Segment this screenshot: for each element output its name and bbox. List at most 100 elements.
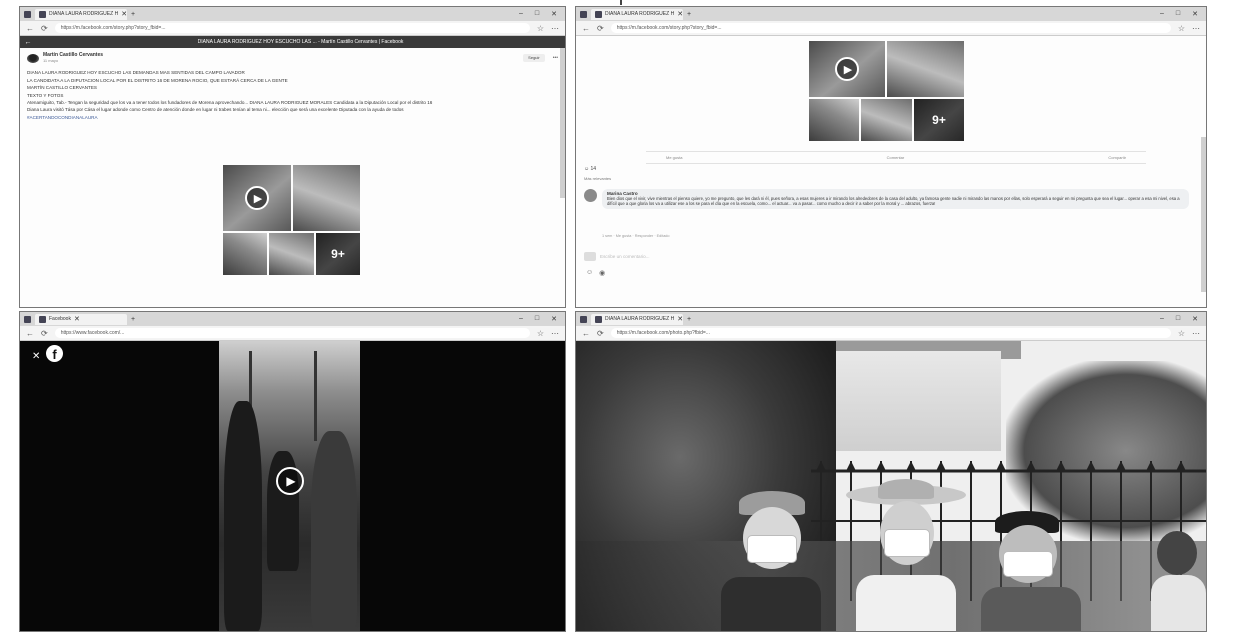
minimize-icon[interactable]: –	[519, 315, 523, 323]
facebook-favicon-icon	[39, 10, 46, 18]
back-arrow-icon[interactable]: ←	[20, 39, 36, 46]
photo-view[interactable]	[576, 341, 1206, 631]
video-thumbnail[interactable]: ▶	[809, 41, 885, 97]
more-photos-overlay[interactable]: 9+	[316, 233, 360, 275]
reload-icon[interactable]: ⟳	[41, 329, 48, 338]
comment-sort[interactable]: Más relevantes	[584, 176, 611, 181]
scrollbar[interactable]	[1201, 137, 1206, 292]
maximize-icon[interactable]: □	[535, 10, 539, 18]
back-icon[interactable]: ←	[26, 329, 34, 338]
back-icon[interactable]: ←	[582, 24, 590, 33]
maximize-icon[interactable]: □	[535, 315, 539, 323]
window-controls: – □ ✕	[1160, 10, 1206, 18]
new-tab-button[interactable]: +	[131, 316, 135, 323]
reload-icon[interactable]: ⟳	[41, 24, 48, 33]
close-window-icon[interactable]: ✕	[1192, 10, 1198, 18]
photo-thumbnail[interactable]	[223, 233, 267, 275]
favorites-icon[interactable]: ☆	[537, 24, 544, 33]
close-tab-icon[interactable]: ✕	[121, 10, 127, 18]
comment-button[interactable]: Comentar	[887, 155, 905, 160]
camera-icon[interactable]: ◉	[599, 269, 605, 277]
close-tab-icon[interactable]: ✕	[677, 10, 683, 18]
back-icon[interactable]: ←	[26, 24, 34, 33]
hashtag-link[interactable]: #ACERTANDOCONDIANALAURA	[27, 115, 558, 121]
more-options-icon[interactable]: •••	[553, 55, 558, 61]
minimize-icon[interactable]: –	[1160, 10, 1164, 18]
browser-tab[interactable]: Facebook ✕	[35, 313, 127, 325]
follow-button[interactable]: Seguir	[523, 54, 545, 63]
photo-thumbnail[interactable]	[809, 99, 859, 141]
browser-window-photo: DIANA LAURA RODRIGUEZ H ✕ + – □ ✕ ← ⟳ ht…	[575, 311, 1207, 632]
play-icon[interactable]: ▶	[276, 467, 304, 495]
favorites-icon[interactable]: ☆	[1178, 24, 1185, 33]
address-bar: ← ⟳ https://www.facebook.com/... ☆ ⋯	[20, 326, 565, 341]
post-body: Martín Castillo Cervantes 11 mayo Seguir…	[20, 48, 565, 126]
play-icon[interactable]: ▶	[835, 57, 859, 81]
scrollbar[interactable]	[560, 48, 565, 198]
url-field[interactable]: https://www.facebook.com/...	[54, 328, 530, 338]
post-actions: Me gusta Comentar Compartir	[646, 151, 1146, 164]
close-window-icon[interactable]: ✕	[551, 315, 557, 323]
close-viewer-icon[interactable]: ✕	[32, 351, 40, 362]
photo-thumbnail[interactable]	[269, 233, 314, 275]
browser-tab[interactable]: DIANA LAURA RODRIGUEZ H ✕	[35, 8, 127, 20]
window-controls: – □ ✕	[1160, 315, 1206, 323]
avatar[interactable]	[584, 189, 597, 202]
address-bar: ← ⟳ https://m.facebook.com/story.php?sto…	[20, 21, 565, 36]
close-window-icon[interactable]: ✕	[551, 10, 557, 18]
favorites-icon[interactable]: ☆	[1178, 329, 1185, 338]
photo-thumbnail[interactable]	[887, 41, 964, 97]
minimize-icon[interactable]: –	[519, 10, 523, 18]
post-line: TEXTO Y FOTOS	[27, 92, 64, 98]
comment-bubble: Marina Castro Bien dios que el vivir, vi…	[602, 189, 1189, 209]
close-tab-icon[interactable]: ✕	[74, 315, 80, 323]
share-button[interactable]: Compartir	[1108, 155, 1126, 160]
url-field[interactable]: https://m.facebook.com/story.php?story_f…	[610, 23, 1171, 33]
maximize-icon[interactable]: □	[1176, 10, 1180, 18]
new-tab-button[interactable]: +	[131, 11, 135, 18]
post-line: LA CANDIDATA A LA DIPUTACION LOCAL POR E…	[27, 77, 288, 83]
close-window-icon[interactable]: ✕	[1192, 315, 1198, 323]
menu-icon[interactable]: ⋯	[1192, 24, 1200, 33]
favorites-icon[interactable]: ☆	[537, 329, 544, 338]
back-icon[interactable]: ←	[582, 329, 590, 338]
emoji-icon[interactable]: ☺	[586, 269, 593, 277]
url-field[interactable]: https://m.facebook.com/story.php?story_f…	[54, 23, 530, 33]
more-photos-overlay[interactable]: 9+	[914, 99, 964, 141]
menu-icon[interactable]: ⋯	[551, 24, 559, 33]
reload-icon[interactable]: ⟳	[597, 24, 604, 33]
torso	[856, 575, 956, 631]
facebook-post-header: ← DIANA LAURA RODRIGUEZ HOY ESCUCHO LAS …	[20, 36, 565, 48]
post-time[interactable]: 11 mayo	[43, 58, 103, 64]
new-tab-button[interactable]: +	[687, 316, 691, 323]
like-button[interactable]: Me gusta	[666, 155, 682, 160]
minimize-icon[interactable]: –	[1160, 315, 1164, 323]
video-viewer: ✕ f ▶	[20, 341, 565, 631]
new-tab-button[interactable]: +	[687, 11, 691, 18]
menu-icon[interactable]: ⋯	[1192, 329, 1200, 338]
play-icon[interactable]: ▶	[245, 186, 269, 210]
photo-thumbnail[interactable]	[861, 99, 912, 141]
browser-tab[interactable]: DIANA LAURA RODRIGUEZ H ✕	[591, 8, 683, 20]
photo-thumbnail[interactable]: 9+	[914, 99, 964, 141]
close-tab-icon[interactable]: ✕	[677, 315, 683, 323]
address-bar: ← ⟳ https://m.facebook.com/story.php?sto…	[576, 21, 1206, 36]
menu-icon[interactable]: ⋯	[551, 329, 559, 338]
video-thumbnail[interactable]: ▶	[223, 165, 291, 231]
photo-row: 9+	[809, 99, 964, 141]
reload-icon[interactable]: ⟳	[597, 329, 604, 338]
comment-meta[interactable]: 1 sem · Me gusta · Responder · Editado	[602, 234, 670, 238]
browser-tab[interactable]: DIANA LAURA RODRIGUEZ H ✕	[591, 313, 683, 325]
url-field[interactable]: https://m.facebook.com/photo.php?fbid=..…	[610, 328, 1171, 338]
comment-input[interactable]: Escribe un comentario...	[600, 254, 650, 259]
write-comment-row: Escribe un comentario...	[584, 252, 650, 261]
photo-thumbnail[interactable]	[293, 165, 360, 231]
photo-thumbnail[interactable]: 9+	[316, 233, 360, 275]
maximize-icon[interactable]: □	[1176, 315, 1180, 323]
window-controls: – □ ✕	[519, 315, 565, 323]
avatar[interactable]	[27, 53, 39, 63]
facebook-logo-icon[interactable]: f	[46, 345, 63, 362]
reactions-count[interactable]: ☺ 14	[584, 166, 596, 172]
tab-bar: Facebook ✕ + – □ ✕	[20, 312, 565, 326]
post-line: Atenamiguito, Tab.- Tengan la seguridad …	[27, 99, 433, 105]
